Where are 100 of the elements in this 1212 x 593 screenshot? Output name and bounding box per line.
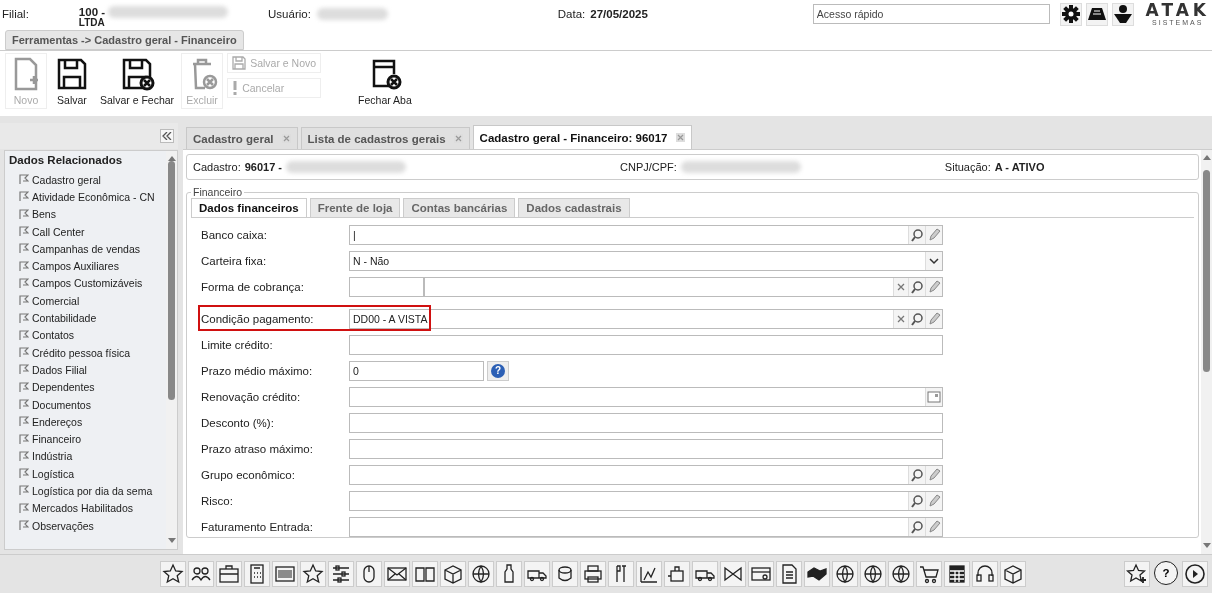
globe-icon[interactable] [468,561,494,587]
sidebar-item[interactable]: Logística por dia da sema [5,482,166,500]
pencil-icon[interactable] [925,466,942,484]
scrollbar[interactable] [1201,150,1212,554]
sidebar-item[interactable]: Indústria [5,447,166,466]
globe-icon[interactable] [888,561,914,587]
settings-button[interactable] [1059,2,1082,26]
sidebar-item[interactable]: Documentos [5,395,166,414]
text-field[interactable] [349,413,943,433]
sliders-icon[interactable] [328,561,354,587]
help-button[interactable]: ? [487,361,509,381]
sidebar-item[interactable]: Atividade Econômica - CN [5,188,166,206]
quick-access-field[interactable]: Acesso rápido [812,4,1050,24]
sidebar-item[interactable]: Contatos [5,326,166,344]
sidebar-item[interactable]: Bens [5,205,166,223]
tab[interactable]: Frente de loja [309,198,401,217]
clear-icon[interactable] [893,278,908,296]
coins-icon[interactable] [552,561,578,587]
sidebar-item[interactable]: Endereços [5,413,166,431]
truck-icon[interactable] [692,561,718,587]
toolbar-button[interactable]: Salvar [51,53,93,109]
wallet-icon[interactable] [748,561,774,587]
sidebar-item[interactable]: Dependentes [5,378,166,396]
star-plus-icon[interactable] [1124,561,1150,587]
lookup-field[interactable] [424,277,943,297]
sidebar-item[interactable]: Crédito pessoa física [5,343,166,362]
search-icon[interactable] [908,226,925,244]
tab[interactable]: Contas bancárias [403,198,516,217]
date-field[interactable] [349,387,943,407]
toolbar-button[interactable]: Fechar Aba [355,53,415,109]
sidebar-item[interactable]: Call Center [5,222,166,241]
pencil-icon[interactable] [925,226,942,244]
document-icon[interactable] [776,561,802,587]
search-icon[interactable] [908,518,925,536]
truck-icon[interactable] [524,561,550,587]
sidebar-item[interactable]: Campos Auxiliares [5,257,166,275]
table-icon[interactable] [944,561,970,587]
user-button[interactable] [1111,2,1134,26]
box-icon[interactable] [440,561,466,587]
tab[interactable]: Lista de cadastros gerais [300,127,470,149]
date-value: 27/05/2025 [590,8,648,20]
briefcase-icon[interactable] [216,561,242,587]
desk-button[interactable] [1085,2,1108,26]
toolbar-button[interactable]: Salvar e Fechar [97,53,178,109]
clear-icon[interactable] [893,310,908,328]
search-icon[interactable] [908,492,925,510]
pencil-icon[interactable] [925,278,942,296]
star-icon[interactable] [160,561,186,587]
shortcut-icon [19,329,29,341]
code-field[interactable] [349,277,424,297]
calendar-icon[interactable] [925,388,942,406]
tab[interactable]: Dados financeiros [191,198,307,217]
mouse-icon[interactable] [356,561,382,587]
tab[interactable]: Cadastro geral - Financeiro: 96017 [472,125,692,149]
sidebar-item[interactable]: Comercial [5,292,166,310]
book-icon[interactable] [412,561,438,587]
text-field[interactable] [349,439,943,459]
lookup-field[interactable]: DD00 - A VISTA [349,309,943,329]
calculator-icon[interactable] [244,561,270,587]
chart-icon[interactable] [636,561,662,587]
printer-icon[interactable] [580,561,606,587]
sidebar-item[interactable]: Dados Filial [5,361,166,379]
globe-icon[interactable] [860,561,886,587]
tab[interactable]: Dados cadastrais [518,198,630,217]
collapse-button[interactable] [160,129,174,143]
sidebar-item[interactable]: Contabilidade [5,309,166,327]
dropdown-field[interactable]: N - Não [349,251,943,271]
text-field[interactable] [349,335,943,355]
number-field[interactable]: 0 [349,361,484,381]
lookup-field[interactable] [349,517,943,537]
sidebar-item[interactable]: Observações [5,516,166,535]
tab[interactable]: Cadastro geral [186,127,298,149]
pencil-icon[interactable] [925,492,942,510]
bowtie-icon[interactable] [720,561,746,587]
help-button[interactable]: ? [1154,561,1178,585]
globe-icon[interactable] [832,561,858,587]
search-icon[interactable] [908,278,925,296]
sidebar-item[interactable]: Mercados Habilitados [5,499,166,517]
lookup-field[interactable]: | [349,225,943,245]
sidebar-item[interactable]: Cadastro geral [5,171,166,189]
headset-icon[interactable] [972,561,998,587]
play-icon[interactable] [1182,561,1208,587]
people-icon[interactable] [188,561,214,587]
envelope-icon[interactable] [384,561,410,587]
cart-icon[interactable] [916,561,942,587]
search-icon[interactable] [908,310,925,328]
sidebar-item[interactable]: Campanhas de vendas [5,240,166,258]
shortcut-icon [19,260,29,272]
close-icon[interactable] [675,133,685,142]
bottle-icon[interactable] [496,561,522,587]
sidebar-item[interactable]: Logística [5,465,166,483]
box-icon[interactable] [1000,561,1026,587]
sidebar-item[interactable]: Financeiro [5,430,166,448]
pencil-icon[interactable] [925,310,942,328]
sidebar-item[interactable]: Campos Customizáveis [5,274,166,293]
star-icon[interactable] [300,561,326,587]
lookup-field[interactable] [349,491,943,511]
lookup-field[interactable] [349,465,943,485]
search-icon[interactable] [908,466,925,484]
pencil-icon[interactable] [925,518,942,536]
